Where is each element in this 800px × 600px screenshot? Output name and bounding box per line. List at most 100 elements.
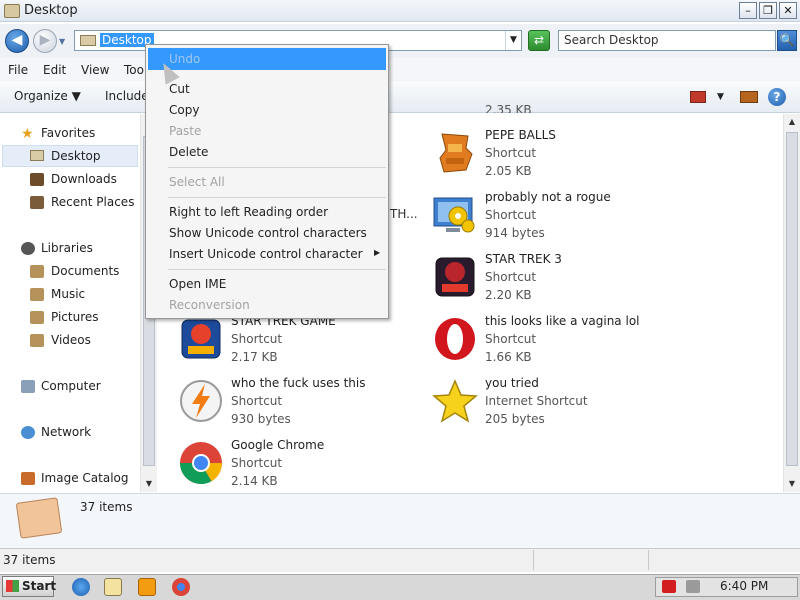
pictures-icon xyxy=(30,311,44,324)
partially-hidden-label: TH... xyxy=(390,207,418,221)
window-title: Desktop xyxy=(24,3,78,18)
nav-music[interactable]: Music xyxy=(51,287,85,301)
ctx-paste[interactable]: Paste xyxy=(169,124,201,138)
recent-places-icon xyxy=(30,196,44,209)
file-size: 930 bytes xyxy=(231,412,291,426)
search-input[interactable]: Search Desktop xyxy=(558,30,776,51)
nav-videos[interactable]: Videos xyxy=(51,333,91,347)
file-name: you tried xyxy=(485,376,539,390)
ctx-cut[interactable]: Cut xyxy=(169,82,190,96)
back-button[interactable]: ◀ xyxy=(5,29,29,53)
file-type: Internet Shortcut xyxy=(485,394,588,408)
ctx-undo[interactable]: Undo xyxy=(169,52,200,66)
ctx-insert-unicode[interactable]: Insert Unicode control character xyxy=(169,247,363,261)
file-type: Shortcut xyxy=(231,394,283,408)
ctx-open-ime[interactable]: Open IME xyxy=(169,277,226,291)
help-icon[interactable]: ? xyxy=(768,88,786,106)
menu-edit[interactable]: Edit xyxy=(43,63,66,77)
file-size: 2.14 KB xyxy=(231,474,278,488)
maximize-button[interactable]: ❐ xyxy=(759,2,777,19)
view-dropdown-button[interactable]: ▼ xyxy=(717,92,724,102)
scroll-up-arrow[interactable]: ▲ xyxy=(784,114,800,130)
file-item[interactable]: STAR TREK 3 Shortcut 2.20 KB xyxy=(432,252,672,312)
change-view-icon[interactable] xyxy=(690,91,706,103)
menu-tools[interactable]: Too xyxy=(124,63,144,77)
content-scrollbar[interactable]: ▲ ▼ xyxy=(783,114,800,492)
nav-pictures[interactable]: Pictures xyxy=(51,310,99,324)
ctx-delete[interactable]: Delete xyxy=(169,145,208,159)
file-name: probably not a rogue xyxy=(485,190,611,204)
chrome-taskbar-icon[interactable] xyxy=(172,578,190,596)
taskbar-clock[interactable]: 6:40 PM xyxy=(720,579,768,593)
submenu-arrow-icon: ▶ xyxy=(374,248,381,257)
nav-downloads[interactable]: Downloads xyxy=(51,172,117,186)
nav-documents[interactable]: Documents xyxy=(51,264,119,278)
recent-pages-dropdown[interactable]: ▼ xyxy=(59,37,65,46)
status-section xyxy=(533,550,648,570)
status-item-count: 37 items xyxy=(3,553,56,567)
partial-file-size: 2.35 KB xyxy=(485,103,532,113)
computer-icon xyxy=(21,380,35,393)
ctx-show-unicode[interactable]: Show Unicode control characters xyxy=(169,226,367,240)
scroll-down-arrow[interactable]: ▼ xyxy=(141,476,157,492)
close-button[interactable]: ✕ xyxy=(779,2,797,19)
nav-libraries[interactable]: Libraries xyxy=(41,241,93,255)
organize-button[interactable]: Organize ▼ xyxy=(14,89,81,103)
menu-view[interactable]: View xyxy=(81,63,109,77)
file-size: 2.05 KB xyxy=(485,164,532,178)
explorer-taskbar-icon[interactable] xyxy=(104,578,122,596)
file-item[interactable]: Google Chrome Shortcut 2.14 KB xyxy=(178,438,418,498)
tray-alert-icon[interactable] xyxy=(662,580,676,593)
ctx-copy[interactable]: Copy xyxy=(169,103,199,117)
file-size: 205 bytes xyxy=(485,412,545,426)
menu-separator xyxy=(168,197,386,198)
file-size: 2.17 KB xyxy=(231,350,278,364)
star-icon xyxy=(432,379,478,423)
search-button[interactable]: 🔍 xyxy=(777,30,797,51)
refresh-button[interactable]: ⇄ xyxy=(528,30,550,51)
forward-button[interactable]: ▶ xyxy=(33,29,57,53)
opera-icon xyxy=(435,318,475,360)
file-name: Google Chrome xyxy=(231,438,325,452)
ctx-rtl-reading-order[interactable]: Right to left Reading order xyxy=(169,205,328,219)
details-item-count: 37 items xyxy=(80,500,133,514)
preview-pane-icon[interactable] xyxy=(740,91,758,103)
scroll-thumb[interactable] xyxy=(786,132,798,466)
volume-muted-icon[interactable] xyxy=(686,580,700,593)
file-type: Shortcut xyxy=(485,146,537,160)
file-type: Shortcut xyxy=(485,270,537,284)
file-item[interactable]: you tried Internet Shortcut 205 bytes xyxy=(432,376,672,436)
internet-explorer-icon[interactable] xyxy=(72,578,90,596)
include-in-library-button[interactable]: Include xyxy=(105,89,149,103)
minimize-button[interactable]: – xyxy=(739,2,757,19)
file-item[interactable]: this looks like a vagina lol Shortcut 1.… xyxy=(432,314,672,374)
file-item[interactable]: probably not a rogue Shortcut 914 bytes xyxy=(432,190,672,250)
scroll-down-arrow[interactable]: ▼ xyxy=(784,476,800,492)
nav-computer[interactable]: Computer xyxy=(41,379,101,393)
file-name: who the fuck uses this xyxy=(231,376,366,390)
favorites-star-icon: ★ xyxy=(21,126,34,142)
file-type: Shortcut xyxy=(231,332,283,346)
file-item[interactable]: who the fuck uses this Shortcut 930 byte… xyxy=(178,376,418,436)
nav-desktop[interactable]: Desktop xyxy=(51,149,101,163)
nav-favorites[interactable]: Favorites xyxy=(41,126,95,140)
nav-network[interactable]: Network xyxy=(41,425,91,439)
folder-icon xyxy=(4,4,20,18)
file-item[interactable]: STAR TREK GAME Shortcut 2.17 KB xyxy=(178,314,418,374)
context-menu: Undo Cut Copy Paste Delete Select All Ri… xyxy=(145,44,389,319)
file-name: this looks like a vagina lol xyxy=(485,314,640,328)
folder-icon xyxy=(80,35,96,46)
address-dropdown-button[interactable]: ▼ xyxy=(505,31,521,50)
media-player-icon[interactable] xyxy=(138,578,156,596)
menu-separator xyxy=(168,269,386,270)
nav-image-catalog[interactable]: Image Catalog xyxy=(41,471,128,485)
nav-recent-places[interactable]: Recent Places xyxy=(51,195,134,209)
file-type: Shortcut xyxy=(485,208,537,222)
network-icon xyxy=(21,426,35,439)
ctx-reconversion[interactable]: Reconversion xyxy=(169,298,250,312)
documents-icon xyxy=(30,265,44,278)
title-bar: Desktop – ❐ ✕ xyxy=(0,0,800,22)
ctx-select-all[interactable]: Select All xyxy=(169,175,225,189)
menu-file[interactable]: File xyxy=(8,63,28,77)
file-item[interactable]: PEPE BALLS Shortcut 2.05 KB xyxy=(432,128,672,188)
